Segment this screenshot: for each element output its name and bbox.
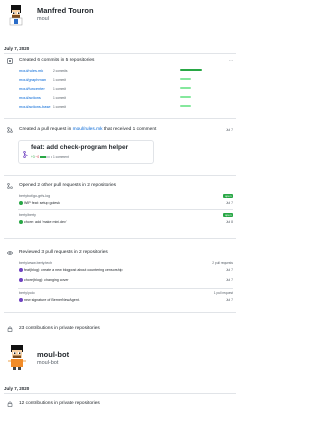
lock-icon	[7, 401, 13, 407]
open-pr-icon	[19, 201, 23, 206]
lock-icon	[7, 326, 13, 332]
review-item-title[interactable]: new signature of BernerNewAgent.	[24, 298, 80, 302]
commit-bar	[180, 68, 202, 72]
sub-count: 1 pull request	[213, 291, 233, 295]
commit-count: 1 commit	[53, 77, 66, 82]
review-item-title[interactable]: chore(blog): changing cover	[24, 278, 69, 282]
pr-text-before: Created a pull request in	[19, 127, 72, 132]
review-item-title[interactable]: feat(blog): create a new blogpost about …	[24, 268, 123, 272]
collapse-icon[interactable]: ⋯	[229, 58, 233, 63]
commit-repo-link[interactable]: moul/actions-base	[19, 104, 51, 109]
date-header: July 7, 2020	[4, 386, 30, 391]
status-badge: open	[223, 194, 233, 198]
divider	[4, 53, 236, 54]
user-name[interactable]: Manfred Touron	[37, 6, 94, 15]
commit-bar	[180, 95, 191, 99]
pr-item-title[interactable]: chore: add 'make mini.dev'	[24, 220, 67, 224]
other-prs-title: Opened 2 other pull requests in 2 reposi…	[19, 183, 117, 188]
pr-card: feat: add check-program helper +3 −0 • 1…	[18, 140, 154, 164]
pr-title[interactable]: feat: add check-program helper	[31, 144, 128, 151]
commit-count: 2 commits	[53, 68, 68, 73]
pr-stats: +3 −0 • 1 comment	[31, 155, 69, 159]
commit-repo-link[interactable]: moul/rules.mk	[19, 68, 43, 73]
sub-repo[interactable]: berty/www.berty.tech	[19, 261, 52, 265]
user-handle[interactable]: moul	[37, 16, 49, 22]
commit-repo-link[interactable]: moul/funcenter	[19, 86, 45, 91]
merged-pr-icon	[19, 268, 23, 273]
divider	[4, 238, 236, 239]
private-contrib: 12 contributions in private repositories	[19, 401, 100, 406]
eye-icon	[6, 250, 14, 256]
pr-item-date: Jul 8	[225, 220, 233, 224]
user-handle[interactable]: moul-bot	[37, 360, 58, 366]
commit-bar	[180, 104, 191, 108]
avatar[interactable]	[6, 4, 26, 26]
merged-pr-icon	[19, 298, 23, 303]
commit-count: 1 commit	[53, 86, 66, 91]
divider	[4, 312, 236, 313]
commit-icon	[7, 58, 13, 64]
review-item[interactable]: new signature of BernerNewAgent.	[19, 298, 80, 303]
divider	[18, 209, 233, 210]
pr-item-title[interactable]: WIP feat: setup golesk	[24, 201, 60, 205]
commits-title: Created 6 commits in 5 repositories	[19, 58, 95, 63]
diff-bar	[40, 155, 51, 159]
divider	[18, 288, 233, 289]
pr-additions: +3	[31, 155, 35, 159]
sub-repo[interactable]: berty/yolo	[19, 291, 35, 295]
pr-item[interactable]: chore: add 'make mini.dev'	[19, 220, 67, 225]
sub-count: 2 pull requests	[212, 261, 233, 265]
pr-date: Jul 7	[225, 128, 233, 132]
pr-deletions: −0	[35, 155, 40, 159]
divider	[4, 118, 236, 119]
commit-bar	[180, 77, 191, 81]
avatar[interactable]	[6, 344, 28, 370]
pr-item-date: Jul 7	[225, 201, 233, 205]
open-pr-icon	[19, 220, 23, 225]
user-name[interactable]: moul-bot	[37, 350, 69, 359]
commit-bar	[180, 86, 191, 90]
commit-repo-link[interactable]: moul/actions	[19, 95, 41, 100]
sub-repo[interactable]: berty/berty	[19, 213, 36, 217]
comment-icon: •	[50, 155, 53, 159]
pull-request-icon	[7, 127, 13, 133]
review-item-date: Jul 7	[225, 278, 233, 282]
commit-count: 1 commit	[53, 95, 66, 100]
review-item[interactable]: feat(blog): create a new blogpost about …	[19, 268, 123, 273]
divider	[4, 175, 236, 176]
commit-repo-link[interactable]: moul/graphman	[19, 77, 46, 82]
reviews-title: Reviewed 3 pull requests in 2 repositori…	[19, 250, 108, 255]
merged-pr-icon	[19, 278, 23, 283]
private-contrib: 23 contributions in private repositories	[19, 326, 100, 331]
pr-repo-link[interactable]: moul/rules.mk	[73, 127, 103, 132]
pr-text-after: that received 1 comment	[103, 127, 157, 132]
divider	[4, 393, 236, 394]
review-item-date: Jul 7	[225, 298, 233, 302]
review-item[interactable]: chore(blog): changing cover	[19, 278, 69, 283]
pr-created-title: Created a pull request in moul/rules.mk …	[19, 127, 156, 132]
pr-item[interactable]: WIP feat: setup golesk	[19, 201, 60, 206]
pr-merged-icon	[23, 145, 29, 158]
commit-count: 1 commit	[53, 104, 66, 109]
pr-comments: 1 comment	[52, 155, 69, 159]
pull-request-icon	[7, 183, 13, 189]
date-header: July 7, 2020	[4, 46, 30, 51]
review-item-date: Jul 7	[225, 268, 233, 272]
status-badge: open	[223, 213, 233, 217]
sub-repo[interactable]: bertybot/go-grfs-log	[19, 194, 50, 198]
